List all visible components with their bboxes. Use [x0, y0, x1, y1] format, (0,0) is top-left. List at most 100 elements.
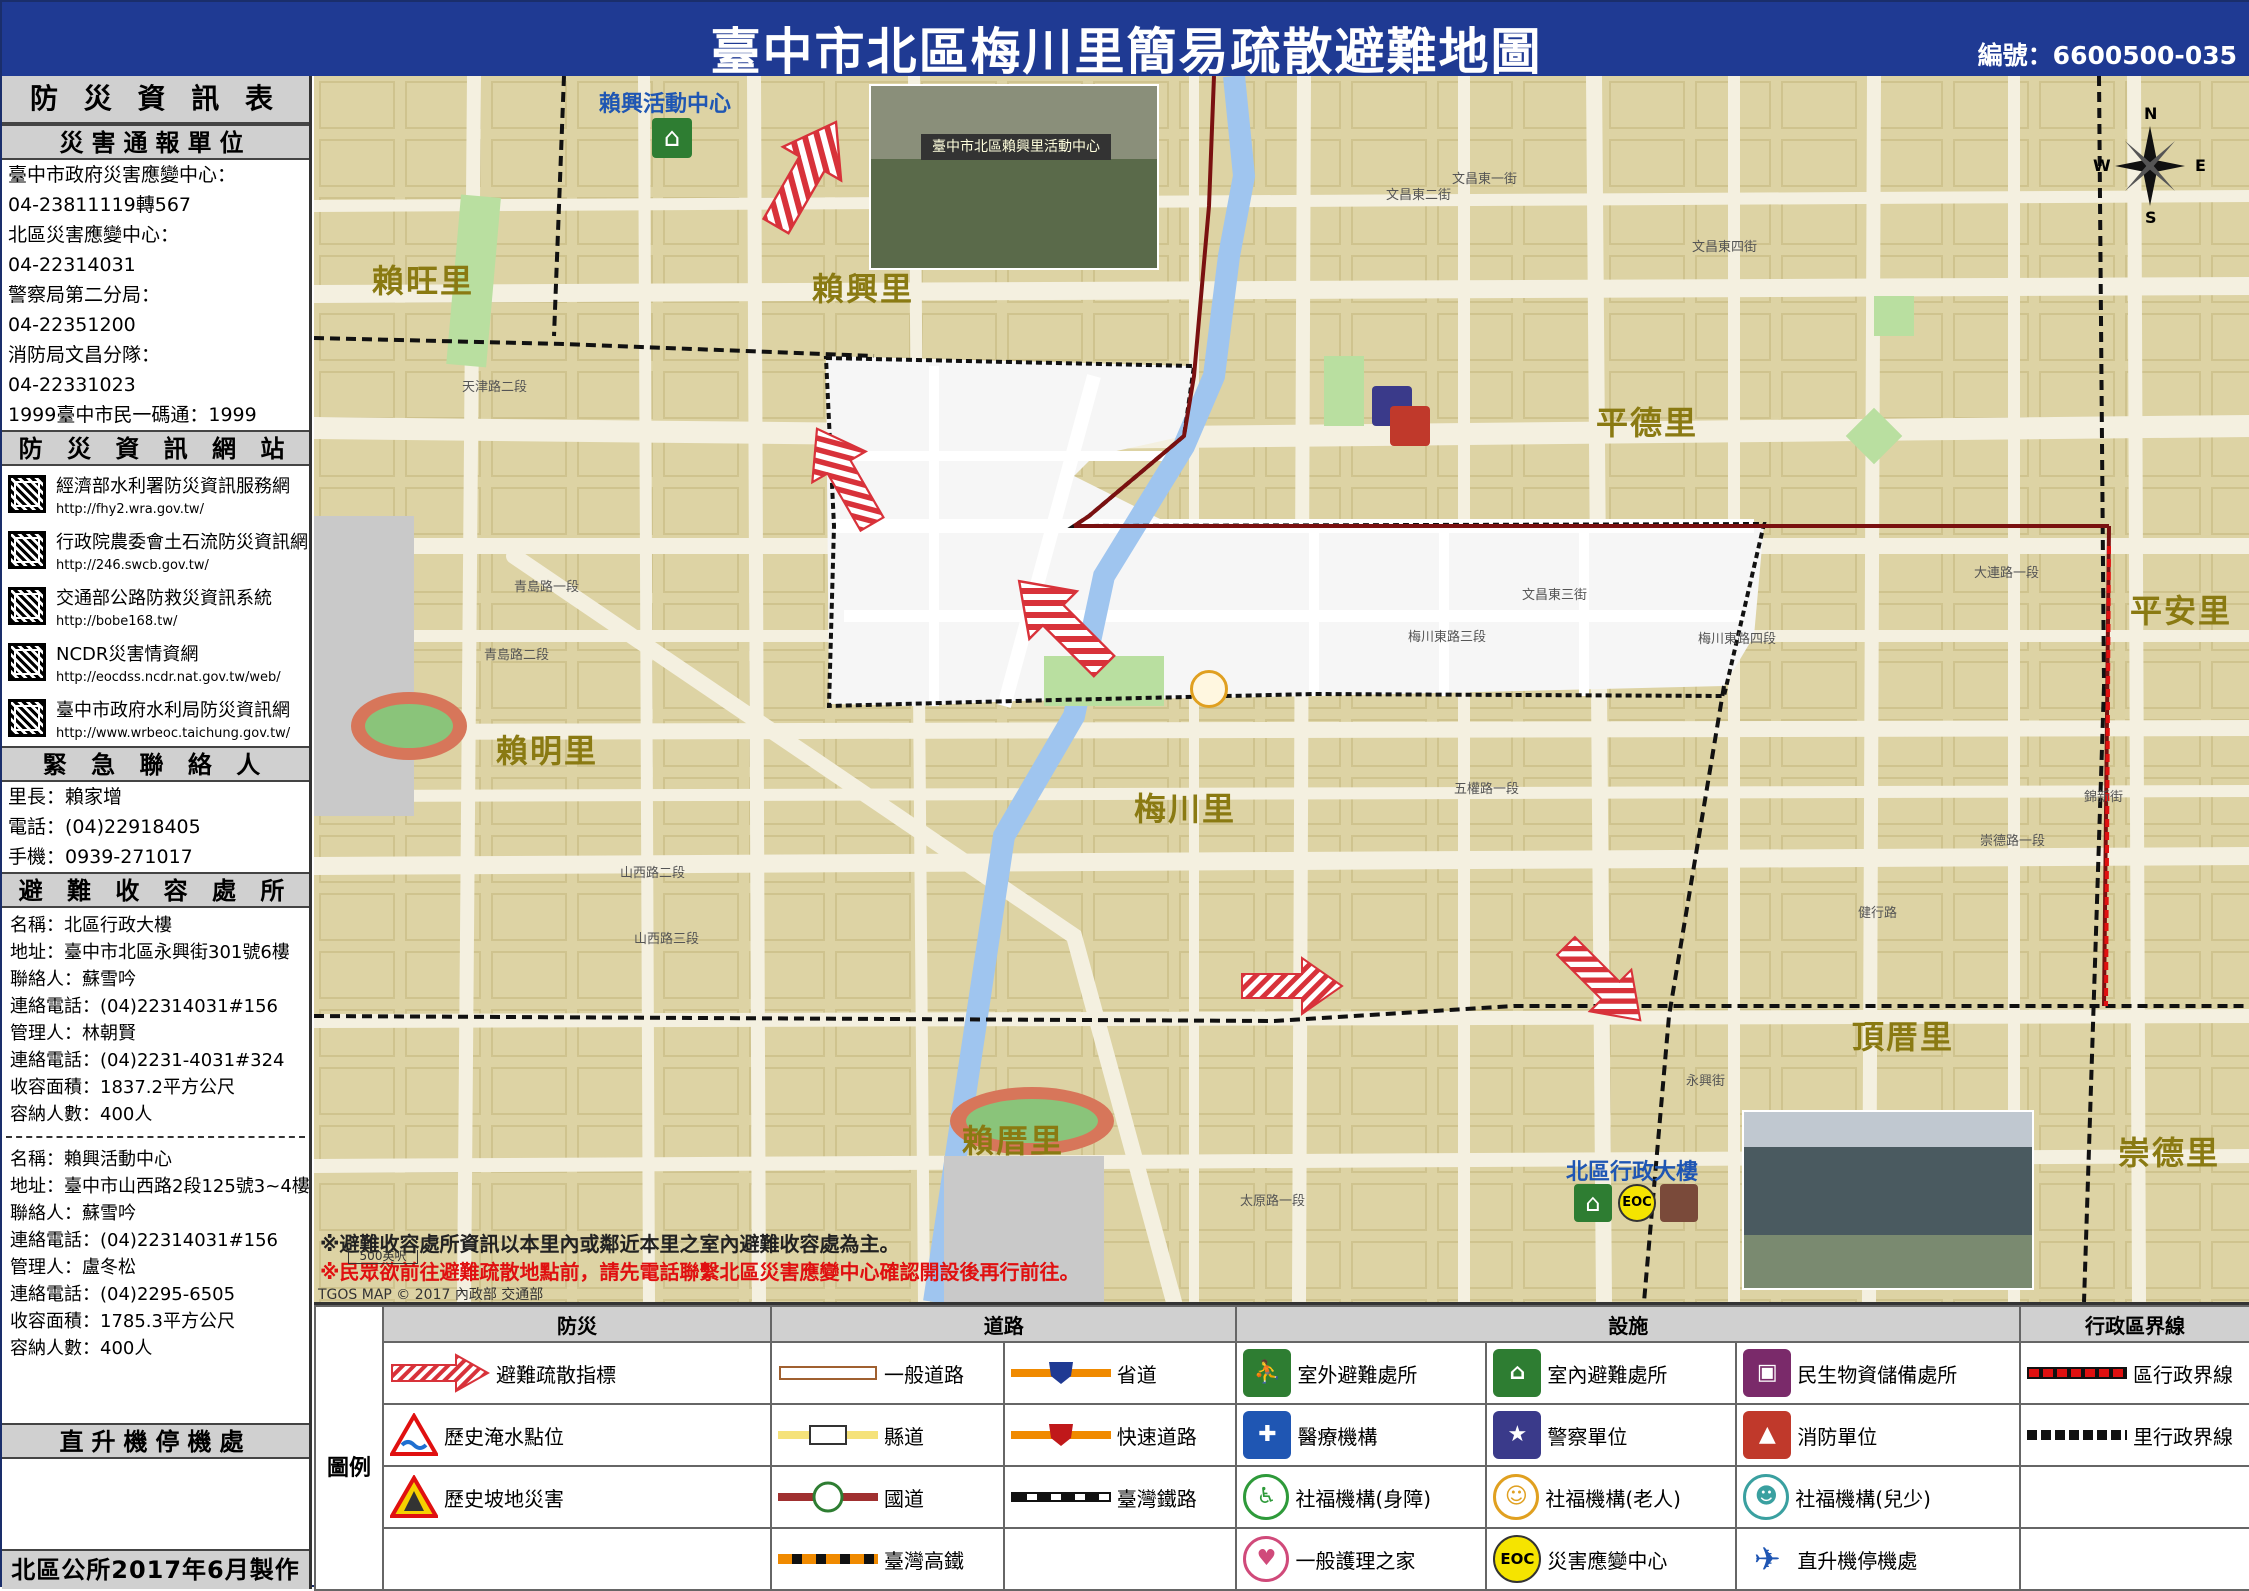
website-item[interactable]: 交通部公路防救災資訊系統 http://bobe168.tw/ — [2, 578, 309, 634]
legend-empty-cell — [382, 1527, 772, 1591]
legend-text: 歷史坡地災害 — [444, 1486, 564, 1511]
outdoor-shelter-icon: ⛹ — [1243, 1349, 1292, 1397]
legend-text: 民生物資儲備處所 — [1797, 1362, 1958, 1387]
legend-corner — [314, 1305, 384, 1342]
report-line: 北區災害應變中心： — [8, 224, 180, 246]
road-label: 文昌東四街 — [1692, 240, 1758, 255]
website-url[interactable]: http://bobe168.tw/ — [56, 614, 272, 629]
road-label: 青島路一段 — [514, 580, 580, 595]
indoor-shelter-icon: ⌂ — [1493, 1349, 1542, 1397]
title-bar: 臺中市北區梅川里簡易疏散避難地圖 編號：6600500-035 — [2, 2, 2249, 81]
legend-header-boundary: 行政區界線 — [2019, 1305, 2249, 1343]
shelter-line: 名稱：賴興活動中心 — [10, 1149, 172, 1170]
road-label: 大連路一段 — [1974, 566, 2040, 581]
landslide-icon — [390, 1475, 438, 1518]
legend-text: 避難疏散指標 — [496, 1362, 616, 1387]
shelter-line: 容納人數：400人 — [10, 1104, 153, 1125]
legend-text: 區行政界線 — [2133, 1362, 2233, 1387]
report-line: 警察局第二分局： — [8, 284, 161, 306]
legend-text: 室內避難處所 — [1547, 1362, 1668, 1387]
qr-code-icon — [8, 699, 46, 737]
legend-label: 圖例 — [314, 1342, 384, 1591]
website-url[interactable]: http://www.wrbeoc.taichung.gov.tw/ — [56, 726, 290, 741]
website-item[interactable]: 臺中市政府水利局防災資訊網 http://www.wrbeoc.taichung.… — [2, 690, 309, 746]
shelter-line: 聯絡人：蘇雪吟 — [10, 1203, 136, 1224]
map-title: 臺中市北區梅川里簡易疏散避難地圖 — [710, 23, 1543, 81]
shelter-line: 地址：臺中市北區永興街301號6樓 — [10, 942, 290, 963]
legend-table: 防災 道路 設施 行政區界線 圖例 避難疏散指標 一般道路 省道 ⛹ 室外避難處所… — [314, 1305, 2249, 1591]
evac-arrow-icon — [391, 1353, 490, 1393]
legend-panel: 防災 道路 設施 行政區界線 圖例 避難疏散指標 一般道路 省道 ⛹ 室外避難處所… — [314, 1302, 2249, 1591]
legend-text: 縣道 — [884, 1424, 924, 1449]
shelter-line: 管理人：林朝賢 — [10, 1023, 136, 1044]
village-line-icon — [2027, 1430, 2127, 1440]
shelter-line: 管理人：盧冬松 — [10, 1257, 136, 1278]
road-labels: 文昌東一街 文昌東二街 文昌東三街 文昌東四街 青島路一段 青島路二段 梅川東路… — [314, 76, 2249, 1302]
note-call-first: ※民眾欲前往避難疏散地點前，請先電話聯繫北區災害應變中心確認開設後再行前往。 — [320, 1260, 1080, 1284]
website-url[interactable]: http://fhy2.wra.gov.tw/ — [56, 502, 290, 517]
expressway-icon — [1010, 1424, 1111, 1446]
road-label: 五權路一段 — [1454, 782, 1520, 797]
legend-header-roads: 道路 — [769, 1305, 1238, 1343]
county-road-icon — [778, 1425, 878, 1445]
website-url[interactable]: http://eocdss.ncdr.nat.gov.tw/web/ — [56, 670, 281, 685]
shelter-line: 連絡電話：(04)2231-4031#324 — [10, 1050, 285, 1071]
map-code: 編號：6600500-035 — [1977, 41, 2237, 70]
map-area[interactable]: 賴旺里 賴興里 平德里 平安里 賴明里 梅川里 賴厝里 頂厝里 崇德里 賴興活動… — [314, 76, 2249, 1302]
shelter-line: 名稱：北區行政大樓 — [10, 915, 172, 936]
shelter-line: 連絡電話：(04)2295-6505 — [10, 1284, 236, 1305]
report-units-list: 臺中市政府災害應變中心： 04-23811119轉567 北區災害應變中心： 0… — [2, 160, 309, 430]
legend-text: 醫療機構 — [1297, 1424, 1378, 1449]
road-label: 天津路二段 — [462, 380, 528, 395]
legend-text: 歷史淹水點位 — [444, 1424, 564, 1449]
welfare-children-icon: ☻ — [1743, 1474, 1790, 1520]
legend-text: 一般護理之家 — [1295, 1548, 1416, 1573]
website-url[interactable]: http://246.swcb.gov.tw/ — [56, 558, 308, 573]
website-item[interactable]: NCDR災害情資網 http://eocdss.ncdr.nat.gov.tw/w… — [2, 634, 309, 690]
legend-text: 臺灣鐵路 — [1116, 1486, 1197, 1511]
qr-code-icon — [8, 587, 46, 625]
report-line: 消防局文昌分隊： — [8, 344, 161, 366]
legend-header-disaster: 防災 — [382, 1305, 772, 1343]
legend-item: 臺灣鐵路 — [1005, 1467, 1236, 1527]
legend-text: 社福機構(兒少) — [1795, 1486, 1931, 1511]
shelter-divider — [6, 1136, 305, 1138]
website-item[interactable]: 經濟部水利署防災資訊服務網 http://fhy2.wra.gov.tw/ — [2, 466, 309, 522]
legend-item: ▲ 消防單位 — [1737, 1405, 2019, 1465]
legend-empty-cell — [2019, 1465, 2249, 1529]
medical-icon: ✚ — [1243, 1411, 1292, 1459]
legend-text: 里行政界線 — [2133, 1424, 2233, 1449]
helicopter-icon: ✈ — [1753, 1540, 1781, 1578]
legend-item: 省道 — [1005, 1343, 1236, 1403]
report-line: 臺中市政府災害應變中心： — [8, 164, 237, 186]
eoc-icon: EOC — [1493, 1535, 1542, 1583]
evacuation-map-page: 臺中市北區梅川里簡易疏散避難地圖 編號：6600500-035 防 災 資 訊 … — [0, 0, 2249, 1591]
qr-code-icon — [8, 643, 46, 681]
website-name: 臺中市政府水利局防災資訊網 — [56, 699, 290, 721]
road-label: 錦新街 — [2084, 790, 2124, 805]
road-label: 太原路一段 — [1240, 1194, 1306, 1209]
website-name: 行政院農委會土石流防災資訊網 — [56, 531, 308, 553]
flood-point-icon — [390, 1413, 438, 1456]
contact-list: 里長：賴家增 電話：(04)22918405 手機：0939-271017 — [2, 782, 309, 872]
website-item[interactable]: 行政院農委會土石流防災資訊網 http://246.swcb.gov.tw/ — [2, 522, 309, 578]
map-copyright: TGOS MAP © 2017 內政部 交通部 — [318, 1287, 544, 1302]
legend-item: 歷史坡地災害 — [384, 1467, 770, 1527]
national-road-icon — [778, 1481, 878, 1513]
shelter-line: 連絡電話：(04)22314031#156 — [10, 1230, 279, 1251]
shelter-line: 收容面積：1837.2平方公尺 — [10, 1077, 235, 1098]
shelter-heading: 避 難 收 容 處 所 — [2, 872, 309, 908]
road-label: 永興街 — [1686, 1074, 1726, 1089]
helipad-heading: 直升機停機處 — [2, 1423, 309, 1459]
road-label: 梅川東路三段 — [1408, 630, 1487, 645]
website-name: 經濟部水利署防災資訊服務網 — [56, 475, 290, 497]
legend-text: 警察單位 — [1547, 1424, 1628, 1449]
road-label: 崇德路一段 — [1980, 834, 2046, 849]
scale-bar: 500英呎 — [348, 1250, 418, 1264]
shelter-line: 聯絡人：蘇雪吟 — [10, 969, 136, 990]
legend-text: 災害應變中心 — [1547, 1548, 1668, 1573]
legend-text: 室外避難處所 — [1297, 1362, 1418, 1387]
legend-empty-cell — [2019, 1527, 2249, 1591]
road-label: 健行路 — [1858, 906, 1898, 921]
legend-text: 社福機構(老人) — [1545, 1486, 1681, 1511]
